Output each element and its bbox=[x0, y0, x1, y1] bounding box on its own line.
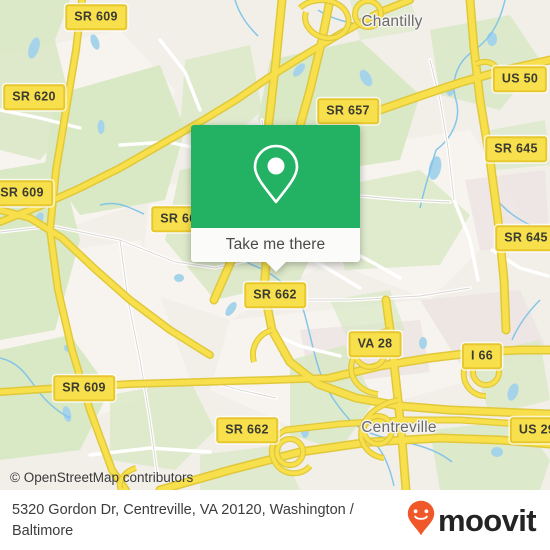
map-canvas[interactable]: Chantilly Centreville SR 609 SR 620 SR 6… bbox=[0, 0, 550, 490]
location-pin-icon bbox=[252, 143, 300, 210]
popup-pointer-tail bbox=[264, 261, 287, 272]
moovit-logo[interactable]: moovit bbox=[407, 500, 537, 541]
shield-sr-645-south[interactable]: SR 645 bbox=[495, 225, 550, 251]
map-screen: Chantilly Centreville SR 609 SR 620 SR 6… bbox=[0, 0, 550, 550]
shield-sr-609-north[interactable]: SR 609 bbox=[65, 4, 127, 30]
shield-us-50[interactable]: US 50 bbox=[492, 66, 548, 92]
address-text: 5320 Gordon Dr, Centreville, VA 20120, W… bbox=[12, 501, 354, 539]
moovit-smiley-pin-icon bbox=[407, 500, 435, 541]
shield-va-28[interactable]: VA 28 bbox=[348, 331, 402, 357]
popup-icon-area bbox=[191, 125, 360, 228]
take-me-there-label: Take me there bbox=[225, 236, 326, 253]
shield-sr-609-west[interactable]: SR 609 bbox=[0, 180, 53, 206]
osm-attribution[interactable]: © OpenStreetMap contributors bbox=[10, 470, 193, 485]
shield-sr-645-north[interactable]: SR 645 bbox=[485, 136, 547, 162]
shield-sr-657[interactable]: SR 657 bbox=[317, 98, 379, 124]
shield-sr-620[interactable]: SR 620 bbox=[3, 84, 65, 110]
shield-sr-662-north[interactable]: SR 662 bbox=[244, 282, 306, 308]
shield-sr-662-south[interactable]: SR 662 bbox=[216, 417, 278, 443]
location-popup-card[interactable]: Take me there bbox=[191, 125, 360, 272]
take-me-there-button[interactable]: Take me there bbox=[191, 228, 360, 262]
footer-bar: 5320 Gordon Dr, Centreville, VA 20120, W… bbox=[0, 490, 550, 550]
moovit-wordmark: moovit bbox=[437, 502, 537, 538]
shield-us-29[interactable]: US 29 bbox=[509, 417, 550, 443]
shield-sr-609-south[interactable]: SR 609 bbox=[53, 375, 115, 401]
shield-i-66[interactable]: I 66 bbox=[461, 343, 503, 369]
